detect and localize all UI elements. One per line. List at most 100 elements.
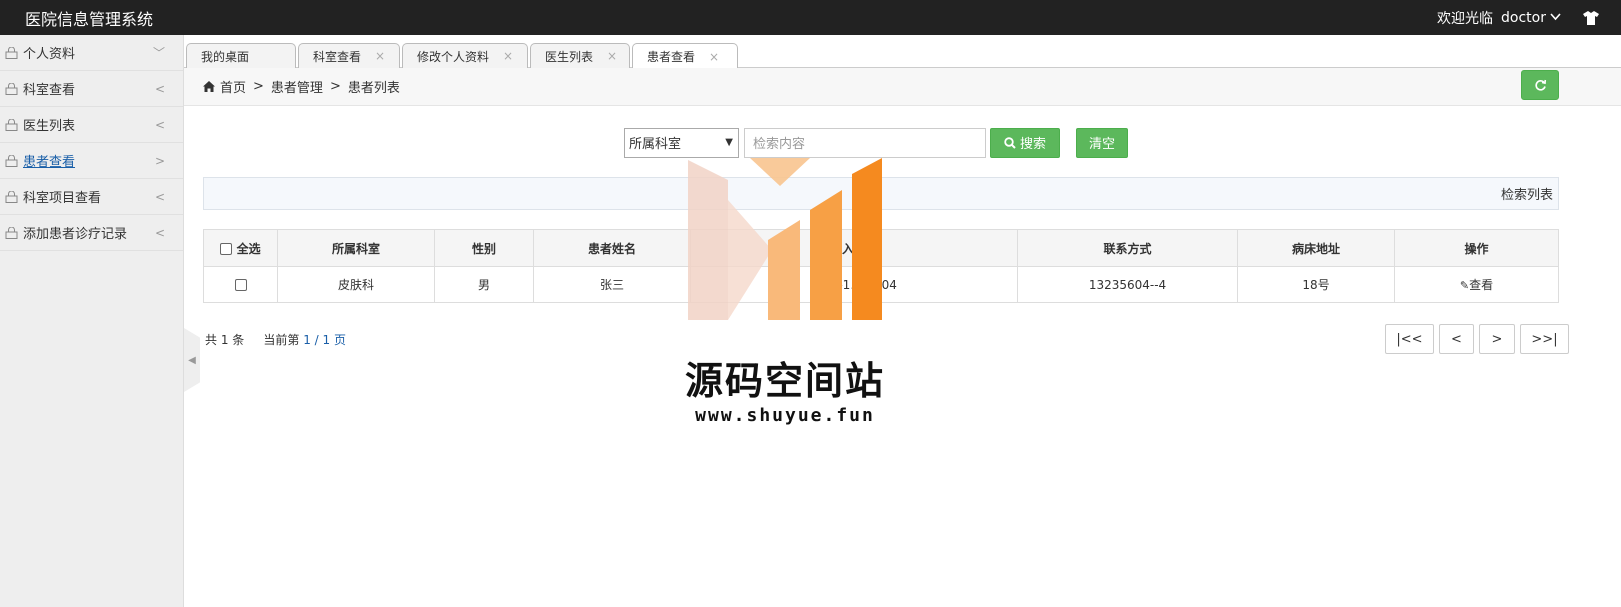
row-select-cell[interactable] — [203, 266, 278, 303]
sidebar-item-label: 个人资料 — [23, 47, 76, 62]
sidebar-item-label: 科室查看 — [23, 83, 76, 98]
sidebar-collapse-handle[interactable]: ◀ — [184, 328, 200, 392]
search-button[interactable]: 搜索 — [990, 127, 1060, 158]
department-select[interactable]: 所属科室 ▼ — [624, 127, 739, 158]
sidebar-item-profile[interactable]: 个人资料 ﹀ — [0, 35, 183, 71]
prev-page-button[interactable]: < — [1439, 324, 1474, 354]
breadcrumb-level1[interactable]: 患者管理 — [271, 77, 323, 96]
tab-patients[interactable]: 患者查看 × — [632, 43, 738, 69]
current-page: 1 / 1 页 — [303, 333, 346, 347]
patient-table: 全选 所属科室 性别 患者姓名 入院 联系方式 病床地址 操作 皮肤科 男 张三… — [203, 229, 1559, 303]
tab-label: 医生列表 — [545, 49, 594, 64]
tab-label: 患者查看 — [647, 50, 696, 64]
first-page-button[interactable]: |<< — [1385, 324, 1434, 354]
chevron-down-icon: ▼ — [725, 137, 733, 148]
cell-phone: 13235604--4 — [1017, 266, 1238, 303]
cell-dept: 皮肤科 — [277, 266, 435, 303]
lock-icon — [5, 154, 18, 167]
breadcrumb-separator: > — [253, 79, 264, 94]
tab-label: 科室查看 — [313, 49, 362, 64]
column-header: 性别 — [434, 229, 534, 267]
close-icon[interactable]: × — [503, 49, 513, 63]
sidebar-item-label: 患者查看 — [23, 155, 76, 170]
sidebar-item-label: 添加患者诊疗记录 — [23, 227, 128, 242]
refresh-icon — [1534, 79, 1546, 91]
top-bar: 医院信息管理系统 欢迎光临 doctor — [0, 0, 1621, 35]
tab-desktop[interactable]: 我的桌面 — [186, 43, 296, 68]
sidebar: 个人资料 ﹀ 科室查看 < 医生列表 < 患者查看 > 科室项目查看 < 添加患… — [0, 35, 184, 607]
tab-label: 修改个人资料 — [417, 49, 490, 64]
home-icon[interactable] — [203, 81, 215, 92]
column-header: 所属科室 — [277, 229, 435, 267]
cell-gender: 男 — [434, 266, 534, 303]
sidebar-item-label: 医生列表 — [23, 119, 76, 134]
close-icon[interactable]: × — [607, 49, 617, 63]
chevron-right-icon: > — [154, 153, 165, 168]
app-title: 医院信息管理系统 — [25, 9, 154, 29]
breadcrumb-home[interactable]: 首页 — [220, 77, 246, 96]
cell-name: 张三 — [533, 266, 691, 303]
breadcrumb-separator: > — [329, 79, 341, 94]
user-menu[interactable]: doctor — [1501, 10, 1546, 26]
column-header: 联系方式 — [1017, 229, 1238, 267]
department-select-value: 所属科室 — [629, 137, 682, 152]
sidebar-item-dept-projects[interactable]: 科室项目查看 < — [0, 179, 183, 215]
column-header: 入院 — [690, 229, 1018, 267]
tab-label: 我的桌面 — [201, 49, 250, 64]
select-all-checkbox[interactable] — [220, 243, 233, 255]
welcome-text: 欢迎光临 — [1437, 10, 1494, 27]
cell-bed: 18号 — [1237, 266, 1395, 303]
sidebar-item-add-record[interactable]: 添加患者诊疗记录 < — [0, 215, 183, 251]
column-header: 操作 — [1394, 229, 1559, 267]
clear-button[interactable]: 清空 — [1076, 127, 1128, 158]
close-icon[interactable]: × — [709, 50, 719, 64]
tab-bar: 我的桌面 科室查看 × 修改个人资料 × 医生列表 × 患者查看 × — [184, 35, 1621, 69]
search-icon — [1004, 136, 1016, 149]
select-all-label: 全选 — [236, 241, 261, 256]
column-header: 患者姓名 — [533, 229, 691, 267]
total-count: 共 1 条 — [205, 333, 245, 347]
refresh-button[interactable] — [1521, 70, 1559, 100]
list-panel-header: 检索列表 — [203, 177, 1559, 210]
tab-edit-profile[interactable]: 修改个人资料 × — [402, 43, 528, 68]
watermark-text: 源码空间站 — [684, 359, 885, 403]
close-icon[interactable]: × — [375, 49, 385, 63]
row-checkbox[interactable] — [234, 279, 247, 291]
clear-button-label: 清空 — [1088, 137, 1115, 152]
select-all-header[interactable]: 全选 — [203, 229, 278, 267]
tab-doctors[interactable]: 医生列表 × — [530, 43, 630, 68]
lock-icon — [5, 118, 18, 131]
lock-icon — [5, 190, 18, 203]
cell-admit-time: 20…-1…47:04 — [690, 266, 1018, 303]
shirt-icon[interactable] — [1583, 10, 1599, 25]
breadcrumb-level2: 患者列表 — [347, 81, 400, 96]
search-input[interactable]: 检索内容 — [744, 127, 986, 158]
sidebar-item-departments[interactable]: 科室查看 < — [0, 71, 183, 107]
pager: |<< < > >>| — [1380, 324, 1569, 354]
sidebar-item-label: 科室项目查看 — [23, 191, 102, 206]
next-page-button[interactable]: > — [1479, 324, 1515, 354]
view-link-label: 查看 — [1469, 278, 1494, 292]
last-page-button[interactable]: >>| — [1520, 324, 1569, 354]
list-title: 检索列表 — [1500, 188, 1553, 203]
lock-icon — [5, 226, 18, 239]
chevron-left-icon: < — [154, 117, 165, 132]
search-row: 所属科室 ▼ 检索内容 搜索 清空 — [624, 127, 1128, 158]
chevron-down-icon[interactable] — [1550, 11, 1561, 24]
sidebar-item-doctors[interactable]: 医生列表 < — [0, 107, 183, 143]
view-link[interactable]: ✎查看 — [1460, 278, 1493, 292]
tab-departments[interactable]: 科室查看 × — [298, 43, 400, 68]
chevron-down-icon: ﹀ — [152, 46, 165, 60]
breadcrumb: 首页 > 患者管理 > 患者列表 — [184, 68, 1621, 106]
chevron-left-icon: < — [154, 81, 165, 96]
search-button-label: 搜索 — [1019, 137, 1046, 152]
table-row: 皮肤科 男 张三 20…-1…47:04 13235604--4 18号 ✎查看 — [203, 266, 1559, 303]
lock-icon — [5, 46, 18, 59]
table-header-row: 全选 所属科室 性别 患者姓名 入院 联系方式 病床地址 操作 — [203, 229, 1559, 267]
column-header: 病床地址 — [1237, 229, 1395, 267]
lock-icon — [5, 82, 18, 95]
pager-info: 共 1 条 当前第 1 / 1 页 — [205, 331, 346, 348]
chevron-left-icon: < — [154, 225, 165, 240]
sidebar-item-patients[interactable]: 患者查看 > — [0, 143, 183, 179]
chevron-left-icon: < — [154, 189, 165, 204]
